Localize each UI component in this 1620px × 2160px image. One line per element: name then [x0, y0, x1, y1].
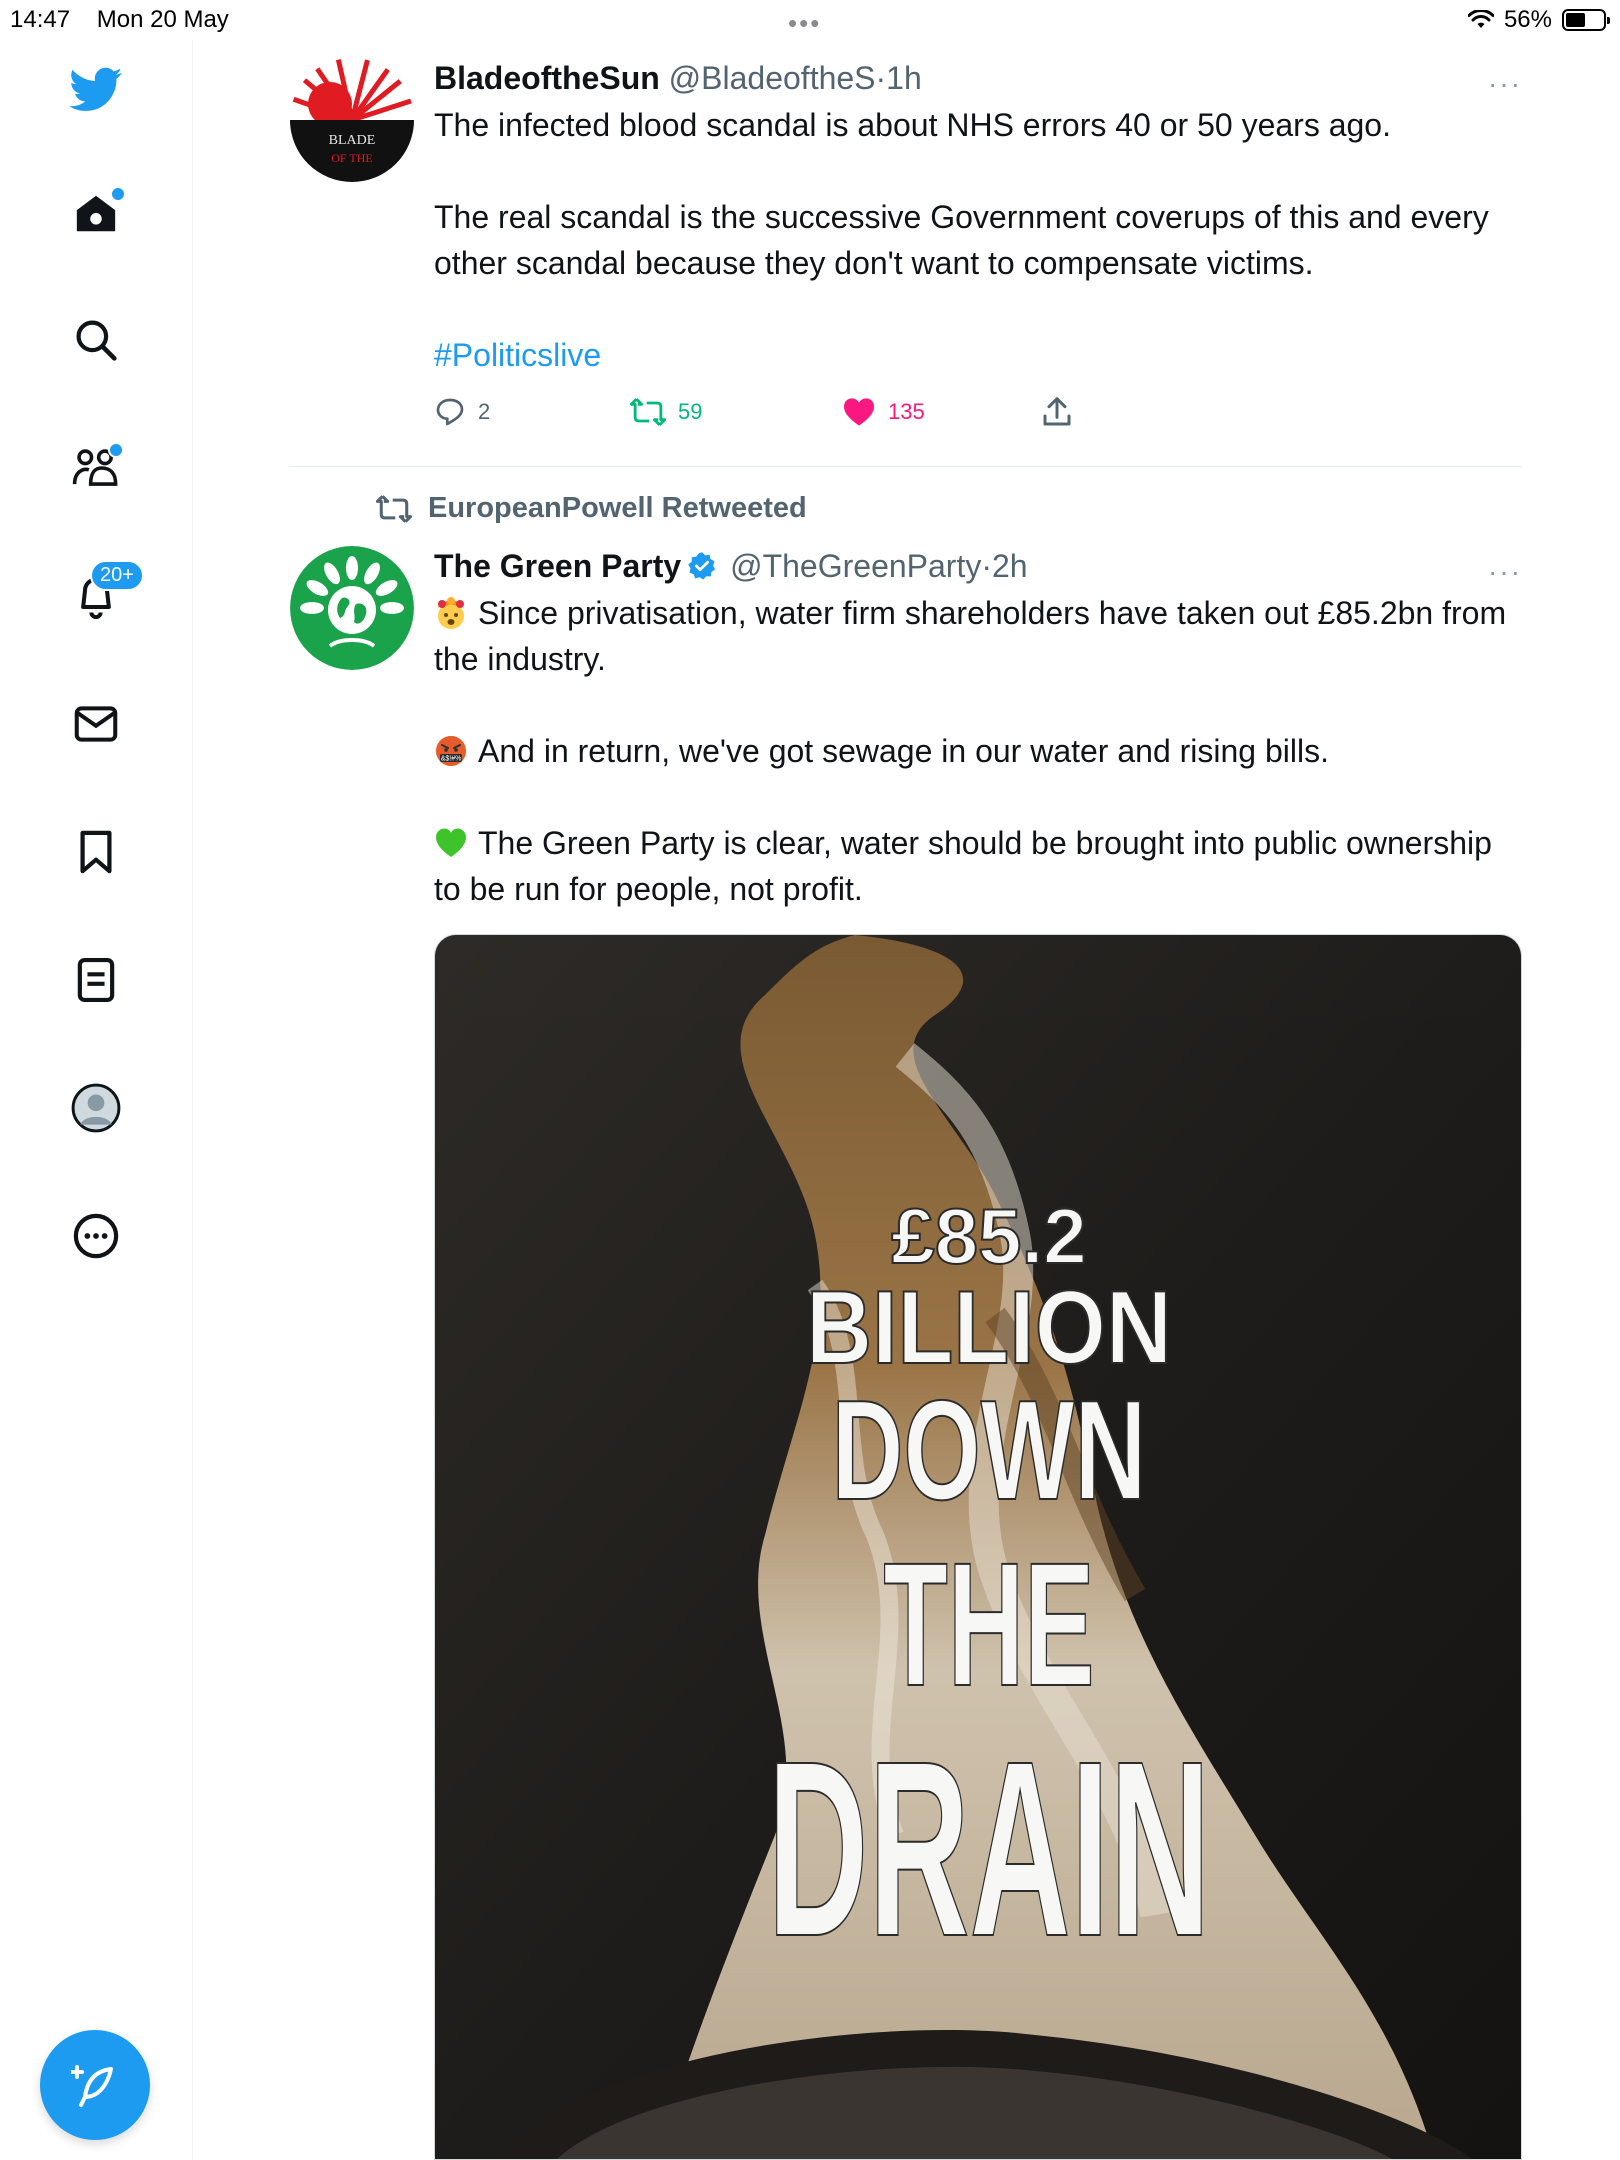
retweet-icon [376, 494, 412, 523]
poster-text-down: DOWN [832, 1370, 1147, 1529]
svg-text:&$!#%: &$!#% [441, 756, 462, 763]
sidebar-item-home[interactable] [68, 186, 126, 242]
sidebar-item-explore[interactable] [68, 312, 124, 368]
like-count: 135 [888, 399, 925, 424]
green-party-logo-icon [290, 546, 414, 670]
tweet[interactable]: BLADE OF THE BladeoftheSun @BladeoftheS·… [290, 58, 1522, 458]
tweet-paragraph: Since privatisation, water firm sharehol… [434, 595, 1507, 677]
tweet-text: Since privatisation, water firm sharehol… [434, 590, 1522, 912]
notification-badge: 20+ [90, 560, 144, 591]
mail-icon [74, 706, 118, 742]
retweeted-by-text: EuropeanPowell Retweeted [428, 492, 807, 524]
poster-text-billion: BILLION [806, 1269, 1172, 1386]
retweet-icon [630, 398, 666, 426]
sidebar-item-messages[interactable] [68, 696, 124, 752]
avatar[interactable]: BLADE OF THE [290, 58, 414, 182]
tweet-actions: 2 59 135 [434, 396, 1522, 428]
reply-count: 2 [478, 399, 491, 424]
reply-icon [436, 398, 464, 426]
retweet-count: 59 [678, 399, 703, 424]
tweet-header: The Green Party @TheGreenParty·2h [434, 546, 1522, 586]
status-date: Mon 20 May [96, 6, 229, 33]
tweet-divider [290, 466, 1522, 467]
tweet-paragraph: The Green Party is clear, water should b… [434, 825, 1492, 907]
battery-icon [1562, 9, 1610, 31]
profile-icon [71, 1083, 121, 1133]
list-icon [77, 957, 115, 1003]
author-name[interactable]: The Green Party [434, 548, 681, 584]
battery-percent: 56% [1503, 6, 1552, 33]
sidebar-item-profile[interactable] [68, 1080, 124, 1136]
tweet-more-icon[interactable]: ··· [1488, 556, 1522, 588]
twitter-bird-icon [69, 67, 123, 111]
compose-feather-icon [71, 2065, 113, 2107]
author-name[interactable]: BladeoftheSun [434, 60, 660, 96]
compose-tweet-button[interactable] [40, 2030, 150, 2140]
author-handle[interactable]: @TheGreenParty [730, 548, 981, 584]
tweet-more-icon[interactable]: ··· [1488, 68, 1522, 100]
status-bar: 14:47 Mon 20 May ••• 56% [0, 0, 1620, 40]
separator-dot: · [981, 548, 992, 584]
tweet-paragraph: The infected blood scandal is about NHS … [434, 107, 1391, 143]
tweet-text: The infected blood scandal is about NHS … [434, 102, 1522, 378]
home-notification-dot [110, 186, 126, 202]
share-icon [1043, 397, 1071, 426]
share-button[interactable] [1042, 396, 1072, 428]
more-circle-icon [73, 1213, 119, 1259]
separator-dot: · [875, 60, 887, 96]
like-button[interactable]: 135 [842, 397, 1042, 427]
tweet-time[interactable]: 2h [992, 548, 1028, 584]
poster-text-drain: DRAIN [767, 1709, 1210, 1988]
author-handle[interactable]: @BladeoftheS [669, 60, 876, 96]
avatar-text-line2: OF THE [331, 151, 372, 165]
tweet-paragraph: The real scandal is the successive Gover… [434, 199, 1489, 281]
exploding-head-emoji-icon [438, 597, 464, 629]
communities-notification-dot [108, 442, 124, 458]
bladeofthesun-avatar-image: BLADE OF THE [290, 58, 414, 182]
retweet-button[interactable]: 59 [630, 397, 842, 427]
sidebar-item-more[interactable] [68, 1208, 124, 1264]
sidebar-item-twitter[interactable] [68, 62, 124, 118]
verified-badge-icon [688, 552, 716, 580]
search-icon [76, 320, 117, 361]
tweet-header: BladeoftheSun @BladeoftheS·1h [434, 58, 1522, 98]
multitasking-dots-icon[interactable]: ••• [788, 8, 821, 39]
poster-text-the: THE [883, 1526, 1094, 1722]
poster-text-amount: £85.2 [891, 1192, 1086, 1280]
swearing-face-emoji-icon: &$!#% [436, 736, 466, 766]
reply-button[interactable]: 2 [434, 396, 630, 428]
sidebar-item-notifications[interactable]: 20+ [68, 560, 144, 624]
sidebar: 20+ [0, 40, 193, 2160]
sidebar-item-bookmarks[interactable] [68, 824, 124, 880]
tweet-media-image[interactable]: £85.2 BILLION DOWN THE DRAIN [434, 934, 1522, 2160]
avatar-text-line1: BLADE [329, 133, 376, 148]
wifi-icon [1467, 10, 1494, 28]
hashtag-link[interactable]: #Politicslive [434, 337, 601, 373]
retweeted-by-label[interactable]: EuropeanPowell Retweeted [376, 492, 807, 525]
drain-poster-image: £85.2 BILLION DOWN THE DRAIN [435, 935, 1521, 2159]
heart-filled-icon [844, 398, 874, 426]
tweet-time[interactable]: 1h [886, 60, 922, 96]
sidebar-item-communities[interactable] [68, 440, 124, 496]
status-time: 14:47 [10, 6, 71, 33]
tweet-paragraph: And in return, we've got sewage in our w… [478, 733, 1329, 769]
avatar[interactable] [290, 546, 414, 670]
bookmark-icon [80, 830, 112, 874]
green-heart-emoji-icon [436, 828, 466, 857]
sidebar-item-lists[interactable] [68, 952, 124, 1008]
